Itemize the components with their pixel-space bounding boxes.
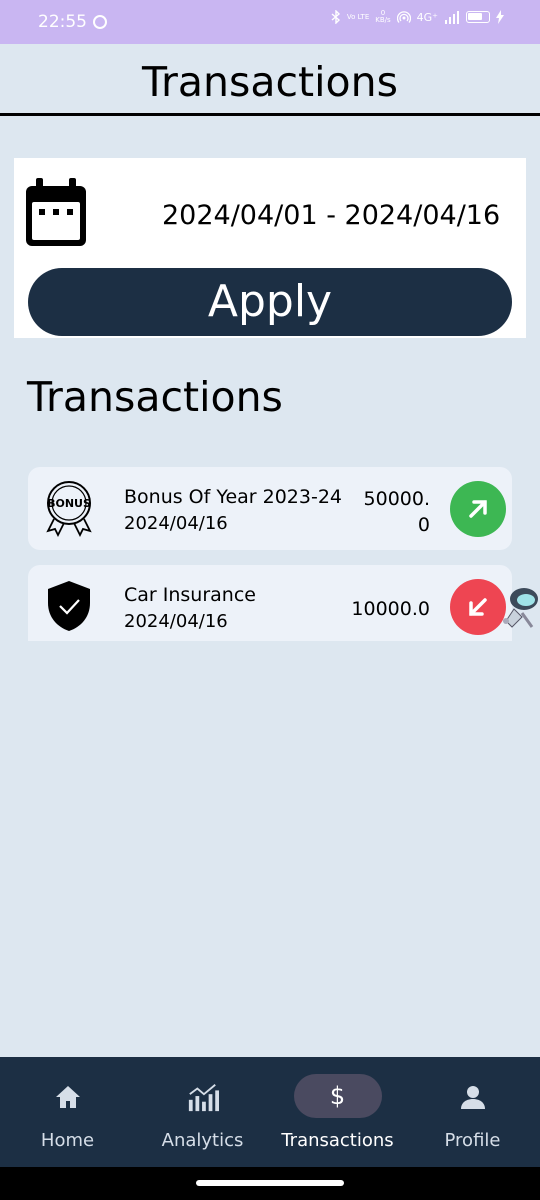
- nav-item-home[interactable]: Home: [0, 1057, 135, 1167]
- dollar-icon: $: [293, 1074, 382, 1118]
- shield-check-icon: [48, 581, 90, 631]
- transaction-item[interactable]: Car Insurance 2024/04/16 10000.0: [28, 565, 512, 641]
- speed-indicator: 0 KB/s: [375, 10, 390, 24]
- status-time: 22:55: [38, 12, 87, 32]
- nav-label-home: Home: [40, 1130, 95, 1151]
- bottom-navigation: Home Analytics $ Transactions Profile: [0, 1057, 540, 1167]
- speed-unit: KB/s: [375, 16, 391, 24]
- home-icon: [52, 1081, 84, 1113]
- date-filter-card: 2024/04/01 - 2024/04/16 Apply: [14, 158, 526, 338]
- transaction-name: Car Insurance: [124, 584, 256, 606]
- battery-icon: [466, 11, 490, 23]
- arrow-up-right-icon: [469, 500, 487, 518]
- date-range-text[interactable]: 2024/04/01 - 2024/04/16: [162, 200, 500, 231]
- nav-item-transactions[interactable]: $ Transactions: [270, 1057, 405, 1167]
- assistant-robot-icon[interactable]: [500, 585, 540, 635]
- signal-icon: [445, 11, 459, 24]
- status-bar: 22:55 Vo LTE 0 KB/s 4G⁺: [0, 0, 540, 44]
- nav-label-profile: Profile: [444, 1130, 501, 1151]
- hotspot-icon: [396, 11, 411, 23]
- charging-icon: [496, 10, 504, 24]
- transaction-item[interactable]: BONUS Bonus Of Year 2023-24 2024/04/16 5…: [28, 467, 512, 550]
- nav-item-profile[interactable]: Profile: [405, 1057, 540, 1167]
- status-icons: Vo LTE 0 KB/s 4G⁺: [331, 10, 504, 24]
- network-label: 4G⁺: [416, 10, 438, 24]
- page-title: Transactions: [142, 58, 398, 106]
- expense-badge: [450, 579, 506, 635]
- transaction-date: 2024/04/16: [124, 513, 228, 534]
- arrow-down-left-icon: [469, 598, 487, 616]
- home-gesture-bar[interactable]: [196, 1180, 344, 1186]
- bluetooth-icon: [331, 10, 340, 24]
- volte-label: Vo LTE: [346, 12, 370, 21]
- notification-dot-icon: [93, 15, 107, 29]
- svg-text:BONUS: BONUS: [47, 497, 91, 510]
- nav-label-analytics: Analytics: [161, 1130, 244, 1151]
- transaction-date: 2024/04/16: [124, 611, 228, 632]
- income-badge: [450, 481, 506, 537]
- apply-button[interactable]: Apply: [28, 268, 512, 336]
- transaction-name: Bonus Of Year 2023-24: [124, 486, 343, 508]
- nav-item-analytics[interactable]: Analytics: [135, 1057, 270, 1167]
- nav-label-transactions: Transactions: [281, 1130, 394, 1151]
- transaction-amount: 10000.0: [351, 598, 430, 620]
- person-icon: [457, 1081, 489, 1113]
- analytics-icon: [187, 1081, 219, 1113]
- transactions-heading: Transactions: [27, 373, 283, 421]
- calendar-icon[interactable]: [24, 178, 88, 248]
- bonus-badge-icon: BONUS: [46, 481, 92, 537]
- transaction-amount: 50000.0: [363, 488, 430, 536]
- title-divider: [0, 113, 540, 116]
